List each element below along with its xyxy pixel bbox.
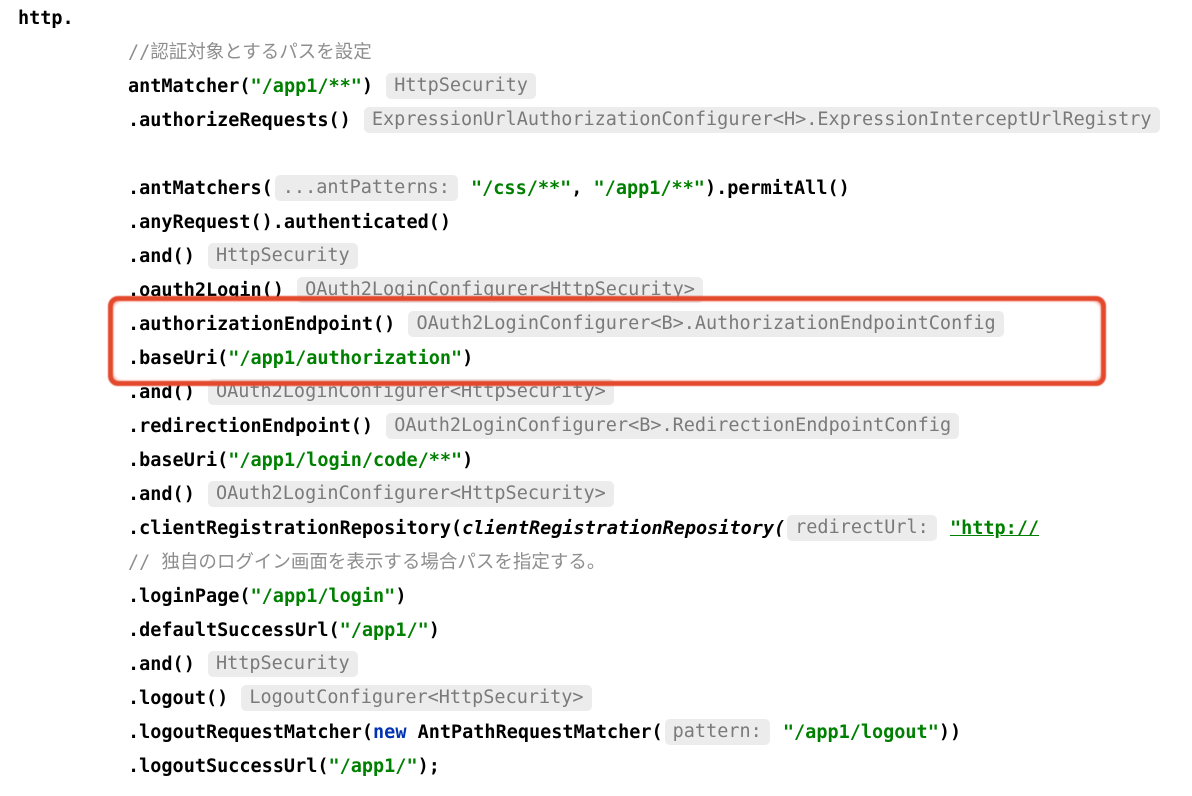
code-line: antMatcher("/app1/**") HttpSecurity (18, 70, 1162, 104)
inlay-hint[interactable]: LogoutConfigurer<HttpSecurity> (241, 685, 591, 711)
inlay-hint[interactable]: OAuth2LoginConfigurer<B>.RedirectionEndp… (386, 413, 959, 439)
method: .anyRequest().authenticated() (128, 212, 451, 233)
method: .loginPage( (128, 586, 251, 607)
method: .baseUri( (128, 348, 228, 369)
code-line: .logout() LogoutConfigurer<HttpSecurity> (18, 682, 1162, 716)
string: "/app1/**" (251, 76, 362, 97)
inlay-hint[interactable]: OAuth2LoginConfigurer<B>.AuthorizationEn… (408, 311, 1003, 337)
inlay-hint[interactable]: HttpSecurity (208, 243, 358, 269)
string: "/css/**" (471, 178, 571, 199)
code-line: .and() OAuth2LoginConfigurer<HttpSecurit… (18, 478, 1162, 512)
comment: //認証対象とするパスを設定 (128, 42, 372, 63)
code-line: .logoutSuccessUrl("/app1/"); (18, 750, 1162, 784)
method: .and() (128, 484, 195, 505)
keyword: new (373, 722, 406, 743)
code-line: .anyRequest().authenticated() (18, 206, 1162, 240)
code-line: .clientRegistrationRepository(clientRegi… (18, 512, 1162, 546)
inlay-hint[interactable]: ExpressionUrlAuthorizationConfigurer<H>.… (364, 107, 1160, 133)
method: .authorizeRequests() (128, 110, 351, 131)
code-editor: http. //認証対象とするパスを設定 antMatcher("/app1/*… (0, 0, 1192, 796)
code-line: //認証対象とするパスを設定 (18, 36, 1162, 70)
method-italic: clientRegistrationRepository( (462, 518, 785, 539)
code-line: .and() HttpSecurity (18, 240, 1162, 274)
method: .clientRegistrationRepository( (128, 518, 462, 539)
inlay-hint[interactable]: OAuth2LoginConfigurer<HttpSecurity> (208, 481, 614, 507)
inlay-hint[interactable]: OAuth2LoginConfigurer<HttpSecurity> (208, 379, 614, 405)
code-line: .authorizeRequests() ExpressionUrlAuthor… (18, 104, 1162, 138)
string: "/app1/" (328, 756, 417, 777)
method: .logout() (128, 688, 228, 709)
code-line (18, 138, 1162, 172)
code-line: .baseUri("/app1/login/code/**") (18, 444, 1162, 478)
string: "/app1/logout" (783, 722, 939, 743)
method: .authorizationEndpoint() (128, 314, 395, 335)
code-line: .authorizationEndpoint() OAuth2LoginConf… (18, 308, 1162, 342)
method: .and() (128, 654, 195, 675)
string: "/app1/**" (594, 178, 705, 199)
string: "/app1/authorization" (228, 348, 462, 369)
method: .logoutRequestMatcher( (128, 722, 373, 743)
inlay-hint[interactable]: redirectUrl: (787, 515, 937, 541)
code-line: http. (18, 2, 1162, 36)
code-line: .oauth2Login() OAuth2LoginConfigurer<Htt… (18, 274, 1162, 308)
string-url: "http:// (950, 518, 1039, 539)
code-line: .baseUri("/app1/authorization") (18, 342, 1162, 376)
code-line: .antMatchers(...antPatterns: "/css/**", … (18, 172, 1162, 206)
code-line: .and() OAuth2LoginConfigurer<HttpSecurit… (18, 376, 1162, 410)
code-line: // 独自のログイン画面を表示する場合パスを指定する。 (18, 546, 1162, 580)
inlay-hint[interactable]: ...antPatterns: (275, 175, 458, 201)
method: .logoutSuccessUrl( (128, 756, 328, 777)
inlay-hint[interactable]: HttpSecurity (208, 651, 358, 677)
inlay-hint[interactable]: pattern: (665, 719, 770, 745)
method: .baseUri( (128, 450, 228, 471)
method: .and() (128, 382, 195, 403)
string: "/app1/login" (251, 586, 396, 607)
inlay-hint[interactable]: OAuth2LoginConfigurer<HttpSecurity> (297, 277, 703, 303)
code-line: .defaultSuccessUrl("/app1/") (18, 614, 1162, 648)
method: .redirectionEndpoint() (128, 416, 373, 437)
paren: ) (362, 76, 373, 97)
method: .and() (128, 246, 195, 267)
code-text: http. (18, 8, 74, 29)
method: .oauth2Login() (128, 280, 284, 301)
string: "/app1/" (340, 620, 429, 641)
method: .antMatchers( (128, 178, 273, 199)
string: "/app1/login/code/**" (228, 450, 462, 471)
code-line: .logoutRequestMatcher(new AntPathRequest… (18, 716, 1162, 750)
inlay-hint[interactable]: HttpSecurity (386, 73, 536, 99)
method: antMatcher( (128, 76, 251, 97)
code-line: .loginPage("/app1/login") (18, 580, 1162, 614)
code-block: http. //認証対象とするパスを設定 antMatcher("/app1/*… (18, 2, 1162, 784)
comment: // 独自のログイン画面を表示する場合パスを指定する。 (128, 552, 605, 573)
code-line: .and() HttpSecurity (18, 648, 1162, 682)
code-line: .redirectionEndpoint() OAuth2LoginConfig… (18, 410, 1162, 444)
method: .defaultSuccessUrl( (128, 620, 340, 641)
